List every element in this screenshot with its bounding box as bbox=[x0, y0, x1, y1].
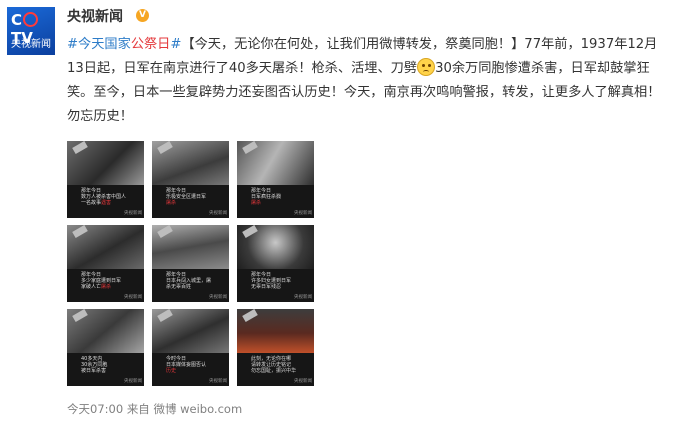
image-caption: 此刻，无论你在哪 请转发让历史铭记 勿忘国耻，振兴中华 bbox=[251, 356, 297, 374]
image-caption: 那年今日 多少家庭遭到日军 家破人亡屠杀 bbox=[81, 272, 122, 290]
image-watermark: 央视新闻 bbox=[294, 211, 312, 216]
image-thumbnail-4[interactable]: 那年今日 多少家庭遭到日军 家破人亡屠杀 央视新闻 bbox=[67, 225, 144, 302]
sad-face-emoji-icon bbox=[417, 58, 436, 76]
image-caption: 那年今日 乐极安全区遭日军 屠杀 bbox=[166, 188, 207, 206]
image-thumbnail-8[interactable]: 今时今日 日本媒体妄图否认 历史 央视新闻 bbox=[152, 309, 229, 386]
image-thumbnail-6[interactable]: 那年今日 许多妇女遭到日军 无辜日军残忍 央视新闻 bbox=[237, 225, 314, 302]
image-watermark: 央视新闻 bbox=[294, 379, 312, 384]
post-time-link[interactable]: 今天07:00 bbox=[67, 402, 123, 416]
image-caption: 那年今日 数万人被杀害中国人 一名故事遇害 bbox=[81, 188, 127, 206]
image-watermark: 央视新闻 bbox=[124, 379, 142, 384]
post-footer: 今天07:00 来自 微博 weibo.com bbox=[67, 402, 242, 416]
image-thumbnail-9[interactable]: 此刻，无论你在哪 请转发让历史铭记 勿忘国耻，振兴中华 央视新闻 bbox=[237, 309, 314, 386]
image-thumbnail-3[interactable]: 那年今日 日军疯狂杀戮 屠杀 央视新闻 bbox=[237, 141, 314, 218]
verified-badge-icon: V bbox=[136, 9, 149, 22]
image-watermark: 央视新闻 bbox=[124, 295, 142, 300]
image-thumbnail-7[interactable]: 40多天内 30余万同胞 被日军杀害 央视新闻 bbox=[67, 309, 144, 386]
source-prefix: 来自 bbox=[126, 402, 150, 416]
image-thumbnail-2[interactable]: 那年今日 乐极安全区遭日军 屠杀 央视新闻 bbox=[152, 141, 229, 218]
image-watermark: 央视新闻 bbox=[209, 379, 227, 384]
image-caption: 那年今日 许多妇女遭到日军 无辜日军残忍 bbox=[251, 272, 292, 290]
image-thumbnail-1[interactable]: 那年今日 数万人被杀害中国人 一名故事遇害 央视新闻 bbox=[67, 141, 144, 218]
image-grid: 那年今日 数万人被杀害中国人 一名故事遇害 央视新闻 那年今日 乐极安全区遭日军 屠杀 … bbox=[67, 141, 314, 386]
avatar[interactable]: CTV 央视新闻 bbox=[7, 7, 55, 55]
account-name[interactable]: 央视新闻 bbox=[67, 8, 123, 26]
image-thumbnail-5[interactable]: 那年今日 日本兵闯入城里，屠 杀无辜百姓 央视新闻 bbox=[152, 225, 229, 302]
avatar-label: 央视新闻 bbox=[11, 39, 51, 50]
image-caption: 今时今日 日本媒体妄图否认 历史 bbox=[166, 356, 207, 374]
image-watermark: 央视新闻 bbox=[209, 211, 227, 216]
image-caption: 那年今日 日本兵闯入城里，屠 杀无辜百姓 bbox=[166, 272, 212, 290]
image-caption: 40多天内 30余万同胞 被日军杀害 bbox=[81, 356, 108, 374]
source-link[interactable]: 微博 weibo.com bbox=[153, 402, 242, 416]
post-text: #今天国家公祭日#【今天，无论你在何处，让我们用微博转发，祭奠同胞！】77年前，… bbox=[67, 33, 667, 129]
topic-link[interactable]: #今天国家公祭日# bbox=[67, 37, 181, 52]
image-caption: 那年今日 日军疯狂杀戮 屠杀 bbox=[251, 188, 282, 206]
image-watermark: 央视新闻 bbox=[124, 211, 142, 216]
image-watermark: 央视新闻 bbox=[209, 295, 227, 300]
image-watermark: 央视新闻 bbox=[294, 295, 312, 300]
